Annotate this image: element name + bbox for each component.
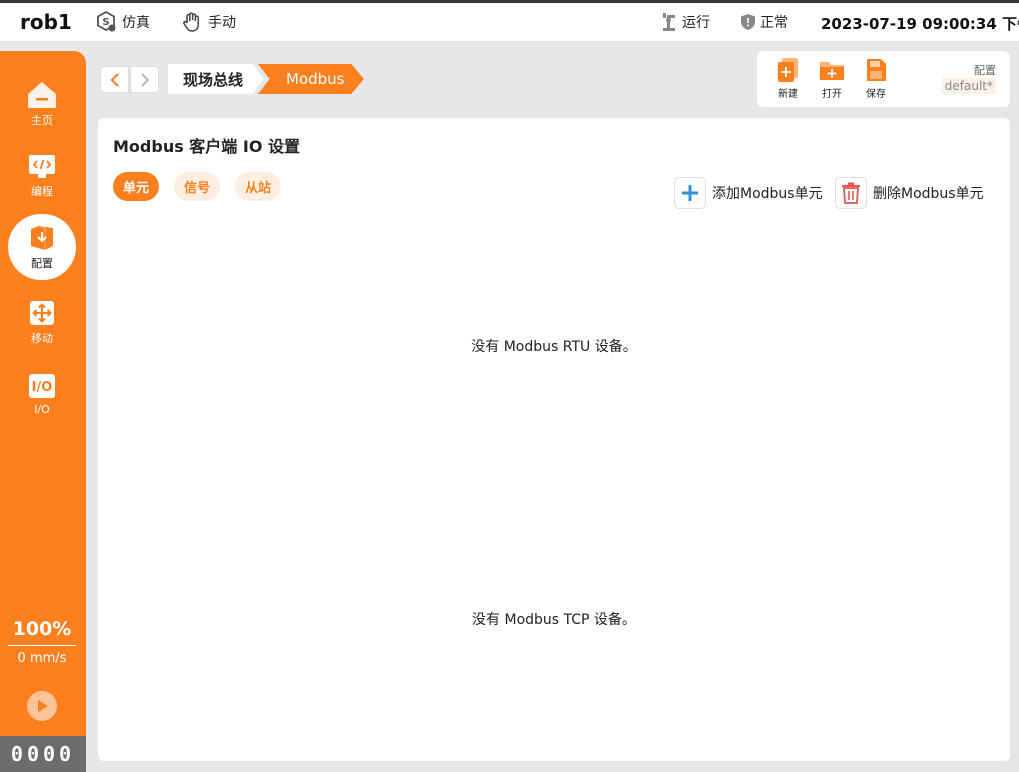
speed-divider [8, 645, 76, 646]
config-file-name: default* [941, 78, 996, 94]
new-file-icon [778, 58, 798, 82]
config-label: 配置 [974, 64, 996, 77]
sidebar-item-io[interactable]: I/O I/O [8, 361, 76, 427]
open-button[interactable]: 打开 [815, 57, 849, 100]
speed-value: 0 mm/s [17, 651, 67, 666]
robot-arm-icon [663, 13, 675, 31]
sidebar-item-move[interactable]: 移动 [8, 289, 76, 355]
run-label: 运行 [682, 15, 710, 31]
simulation-label: 仿真 [122, 15, 150, 31]
config-icon [31, 225, 53, 250]
file-toolbar: 新建 打开 保存 配置 default* [757, 51, 1010, 107]
tab-slaves[interactable]: 从站 [235, 172, 281, 201]
svg-text:S: S [102, 17, 109, 28]
play-icon [38, 700, 48, 712]
add-modbus-unit-label: 添加Modbus单元 [712, 186, 823, 202]
play-button[interactable] [27, 691, 57, 721]
sidebar-item-home[interactable]: 主页 [8, 71, 76, 137]
io-icon: I/O [29, 374, 55, 398]
shield-icon [741, 14, 755, 30]
plus-icon [682, 185, 698, 201]
back-button[interactable] [100, 66, 129, 93]
top-bar: rob1 S 仿真 手动 运行 正常 2023-07-19 09:00:34 下… [0, 3, 1019, 41]
delete-modbus-unit-label: 删除Modbus单元 [873, 186, 984, 202]
save-label: 保存 [866, 89, 886, 100]
chevron-right-icon [140, 72, 149, 87]
move-icon [30, 300, 54, 325]
counter-display: 0000 [0, 736, 86, 772]
svg-text:I/O: I/O [32, 380, 53, 395]
home-icon [28, 81, 56, 108]
save-button[interactable]: 保存 [859, 57, 893, 100]
breadcrumb-modbus[interactable]: Modbus [258, 64, 364, 94]
chevron-left-icon [109, 72, 119, 87]
delete-modbus-unit-button[interactable]: 删除Modbus单元 [835, 177, 984, 209]
run-status: 运行 [660, 9, 710, 35]
sidebar-item-label: 编程 [31, 184, 53, 198]
sidebar: 主页 编程 配置 移动 I/O I/O 100% 0 mm/s 0000 [0, 51, 86, 772]
forward-button[interactable] [130, 66, 159, 93]
manual-label: 手动 [208, 15, 236, 31]
add-modbus-unit-button[interactable]: 添加Modbus单元 [674, 177, 823, 209]
sidebar-item-config[interactable]: 配置 [8, 214, 76, 280]
main-panel: Modbus 客户端 IO 设置 单元 信号 从站 添加Modbus单元 删除M… [98, 118, 1010, 761]
manual-mode-button[interactable]: 手动 [180, 9, 236, 35]
new-label: 新建 [778, 89, 798, 100]
status-label: 正常 [760, 15, 788, 31]
datetime: 2023-07-19 09:00:34 下午 [821, 15, 1019, 33]
tab-units[interactable]: 单元 [113, 172, 159, 201]
trash-icon [842, 182, 860, 204]
new-button[interactable]: 新建 [771, 57, 805, 100]
breadcrumb-fieldbus[interactable]: 现场总线 [168, 64, 264, 94]
robot-name: rob1 [20, 10, 72, 34]
sidebar-item-label: 配置 [31, 256, 53, 270]
open-label: 打开 [822, 89, 842, 100]
sidebar-item-programming[interactable]: 编程 [8, 142, 76, 208]
tab-signals[interactable]: 信号 [174, 172, 220, 201]
folder-icon [820, 62, 844, 80]
page-title: Modbus 客户端 IO 设置 [113, 137, 301, 156]
speed-percent[interactable]: 100% [0, 618, 84, 640]
hand-icon [183, 12, 199, 32]
save-icon [867, 59, 886, 81]
code-icon [29, 154, 55, 178]
system-status: 正常 [740, 9, 788, 35]
sidebar-item-label: I/O [34, 403, 50, 416]
simulation-icon: S [97, 10, 116, 32]
sidebar-item-label: 主页 [31, 113, 53, 127]
rtu-empty-message: 没有 Modbus RTU 设备。 [471, 339, 637, 355]
simulation-mode-button[interactable]: S 仿真 [94, 9, 150, 35]
tcp-empty-message: 没有 Modbus TCP 设备。 [472, 612, 636, 628]
sidebar-item-label: 移动 [31, 331, 53, 345]
